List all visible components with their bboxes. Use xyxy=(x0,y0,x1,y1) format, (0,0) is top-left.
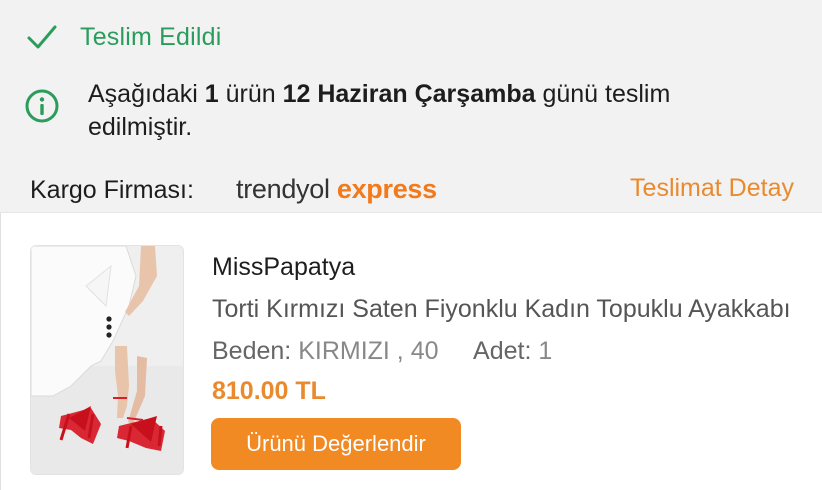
size-label: Beden: xyxy=(212,337,292,365)
cargo-brand-logo: trendyol express xyxy=(236,174,437,204)
review-product-button[interactable]: Ürünü Değerlendir xyxy=(211,418,461,470)
delivery-info-text: Aşağıdaki 1 ürün 12 Haziran Çarşamba gün… xyxy=(88,80,671,141)
product-price: 810.00 TL xyxy=(212,377,326,405)
product-meta: Beden: KIRMIZI , 40 Adet: 1 xyxy=(212,337,552,366)
product-photo-illustration xyxy=(31,246,183,474)
quantity-value: 1 xyxy=(538,337,553,365)
product-name[interactable]: Torti Kırmızı Saten Fiyonklu Kadın Topuk… xyxy=(212,295,796,324)
delivery-info: Aşağıdaki 1 ürün 12 Haziran Çarşamba gün… xyxy=(24,78,764,144)
delivery-status: Teslim Edildi xyxy=(26,18,222,56)
delivery-detail-link[interactable]: Teslimat Detay xyxy=(630,174,794,203)
cargo-row: Kargo Firması: trendyol express Teslimat… xyxy=(30,172,794,212)
delivery-header: Teslim Edildi Aşağıdaki 1 ürün 12 Hazira… xyxy=(0,0,822,212)
product-image[interactable] xyxy=(30,245,184,475)
quantity-label: Adet: xyxy=(473,337,532,365)
cargo-label: Kargo Firması: xyxy=(30,176,194,204)
check-icon xyxy=(27,25,57,49)
product-card: MissPapatya Torti Kırmızı Saten Fiyonklu… xyxy=(0,213,822,490)
seller-name[interactable]: MissPapatya xyxy=(212,253,355,282)
info-circle-icon xyxy=(25,89,59,123)
status-label: Teslim Edildi xyxy=(80,22,222,51)
size-value: KIRMIZI , 40 xyxy=(298,337,439,365)
